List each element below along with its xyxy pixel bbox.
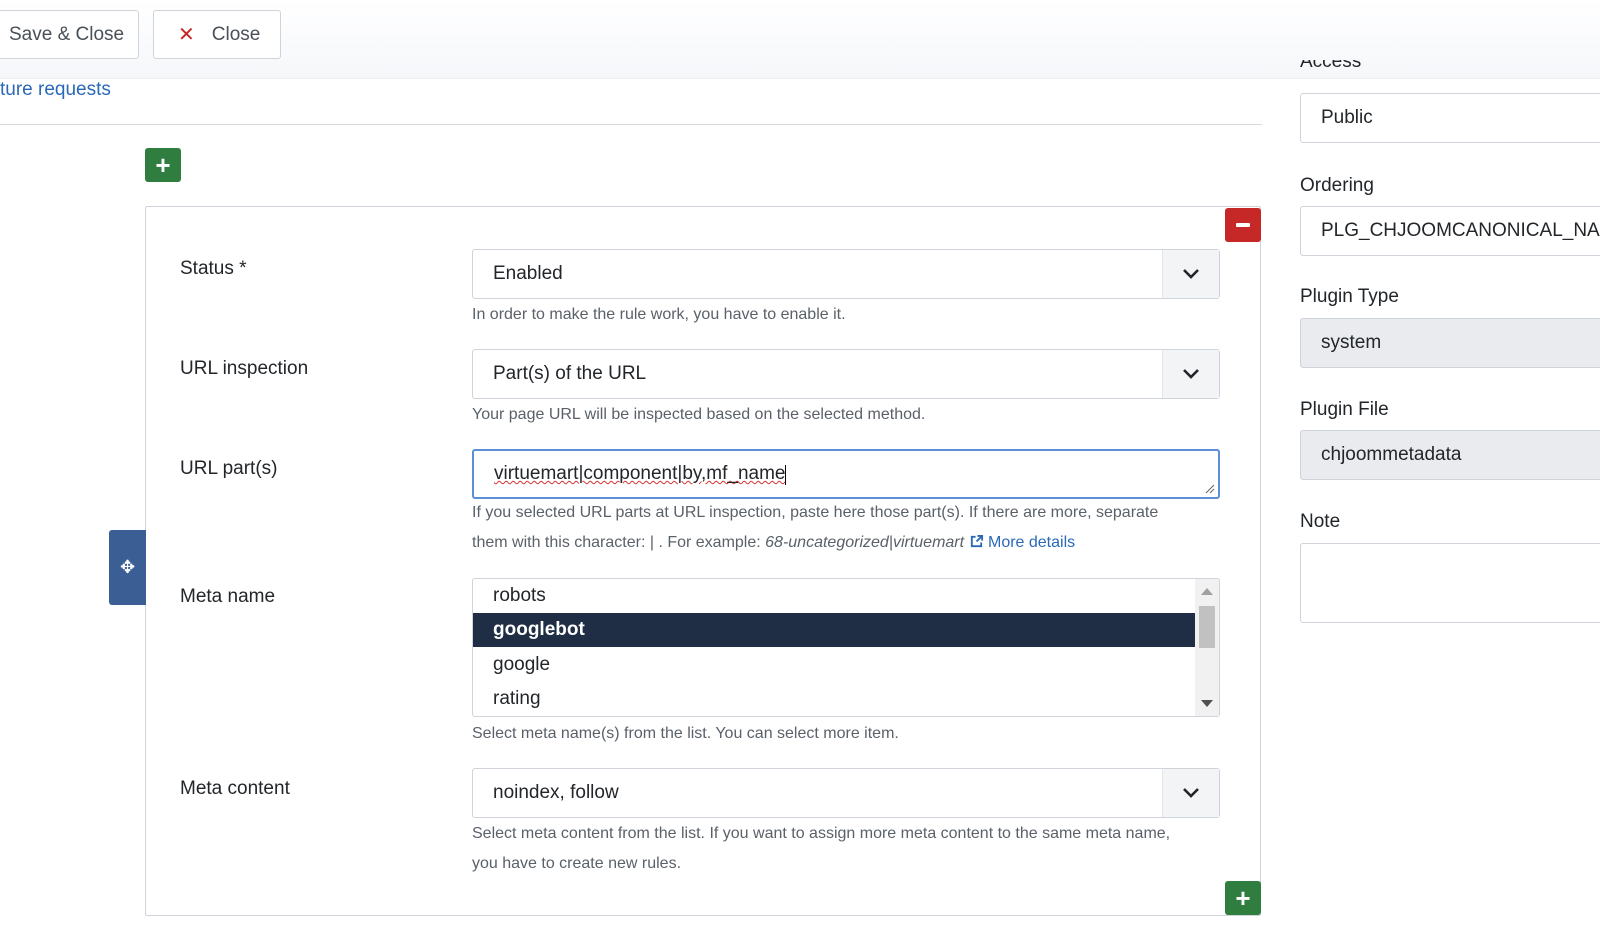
url-inspection-label: URL inspection xyxy=(180,358,309,379)
feature-requests-link[interactable]: ture requests xyxy=(0,79,111,101)
close-label: Close xyxy=(211,23,261,45)
access-value: Public xyxy=(1321,107,1373,128)
ordering-value: PLG_CHJOOMCANONICAL_NAME xyxy=(1321,220,1600,241)
meta-name-option-selected[interactable]: googlebot xyxy=(473,613,1195,647)
remove-rule-button[interactable] xyxy=(1225,208,1261,242)
plugin-file-label: Plugin File xyxy=(1300,399,1389,420)
meta-name-option[interactable]: google xyxy=(473,648,1195,682)
meta-content-select[interactable]: noindex, follow xyxy=(472,768,1220,818)
close-icon: ✕ xyxy=(178,24,195,46)
add-rule-button-top[interactable]: + xyxy=(145,148,181,182)
status-value: Enabled xyxy=(493,263,563,284)
plus-icon: + xyxy=(155,150,171,180)
meta-content-help-line2: you have to create new rules. xyxy=(472,855,682,872)
plus-icon: + xyxy=(1235,883,1251,913)
url-parts-help-line1: If you selected URL parts at URL inspect… xyxy=(472,504,1159,521)
status-label: Status * xyxy=(180,258,247,279)
more-details-label: More details xyxy=(987,534,1076,551)
move-icon: ✥ xyxy=(119,557,136,577)
access-label: Access xyxy=(1300,60,1362,72)
scroll-thumb[interactable] xyxy=(1199,606,1215,648)
option-label: rating xyxy=(493,688,541,709)
ordering-select[interactable]: PLG_CHJOOMCANONICAL_NAME xyxy=(1300,206,1600,256)
url-parts-help-example: 68-uncategorized|virtuemart xyxy=(765,534,965,551)
url-parts-help-line2: them with this character: | . For exampl… xyxy=(472,528,1232,558)
save-close-button[interactable]: Save & Close xyxy=(0,10,139,59)
save-close-label: Save & Close xyxy=(9,23,125,45)
url-inspection-value: Part(s) of the URL xyxy=(493,363,647,384)
chevron-down-icon xyxy=(1162,350,1219,398)
meta-content-label: Meta content xyxy=(180,778,290,799)
plugin-file-value: chjoommetadata xyxy=(1321,444,1462,465)
option-label: robots xyxy=(493,585,546,606)
chevron-down-icon xyxy=(1162,769,1219,817)
plugin-type-field: system xyxy=(1300,318,1600,368)
meta-name-label: Meta name xyxy=(180,586,276,607)
url-parts-label: URL part(s) xyxy=(180,458,278,479)
meta-content-help-line1: Select meta content from the list. If yo… xyxy=(472,825,1171,842)
meta-name-option[interactable]: rating xyxy=(473,682,1195,716)
plugin-type-value: system xyxy=(1321,332,1382,353)
divider xyxy=(0,124,1262,125)
url-parts-help-prefix: them with this character: | . For exampl… xyxy=(472,534,766,551)
meta-name-listbox[interactable]: robots googlebot google rating xyxy=(472,578,1220,717)
more-details-link[interactable]: More details xyxy=(969,534,1076,551)
scroll-down-icon[interactable] xyxy=(1201,700,1213,707)
url-parts-help: If you selected URL parts at URL inspect… xyxy=(472,498,1232,558)
status-select[interactable]: Enabled xyxy=(472,249,1220,299)
text-caret xyxy=(785,465,786,485)
meta-content-value: noindex, follow xyxy=(493,782,619,803)
url-inspection-select[interactable]: Part(s) of the URL xyxy=(472,349,1220,399)
listbox-scrollbar[interactable] xyxy=(1195,579,1219,716)
external-link-icon xyxy=(970,534,983,548)
meta-content-help: Select meta content from the list. If yo… xyxy=(472,819,1232,879)
drag-handle[interactable]: ✥ xyxy=(109,530,146,605)
url-inspection-help: Your page URL will be inspected based on… xyxy=(472,406,926,423)
meta-name-option[interactable]: robots xyxy=(473,579,1195,613)
scroll-up-icon[interactable] xyxy=(1201,588,1213,595)
status-help: In order to make the rule work, you have… xyxy=(472,306,846,323)
ordering-label: Ordering xyxy=(1300,175,1374,196)
access-select[interactable]: Public xyxy=(1300,93,1600,143)
chevron-down-icon xyxy=(1162,250,1219,298)
close-button[interactable]: ✕ Close xyxy=(153,10,281,59)
plugin-type-label: Plugin Type xyxy=(1300,286,1399,307)
add-rule-button-bottom[interactable]: + xyxy=(1225,881,1261,915)
note-textarea[interactable] xyxy=(1300,543,1600,623)
meta-name-help: Select meta name(s) from the list. You c… xyxy=(472,725,899,742)
minus-icon xyxy=(1236,223,1250,227)
url-parts-textarea[interactable]: virtuemart|component|by,mf_name xyxy=(472,449,1220,499)
option-label: google xyxy=(493,654,551,675)
url-parts-value: virtuemart|component|by,mf_name xyxy=(494,463,786,484)
note-label: Note xyxy=(1300,511,1341,532)
resize-grip-icon[interactable] xyxy=(1205,484,1215,494)
option-label: googlebot xyxy=(493,619,585,640)
plugin-file-field: chjoommetadata xyxy=(1300,430,1600,480)
